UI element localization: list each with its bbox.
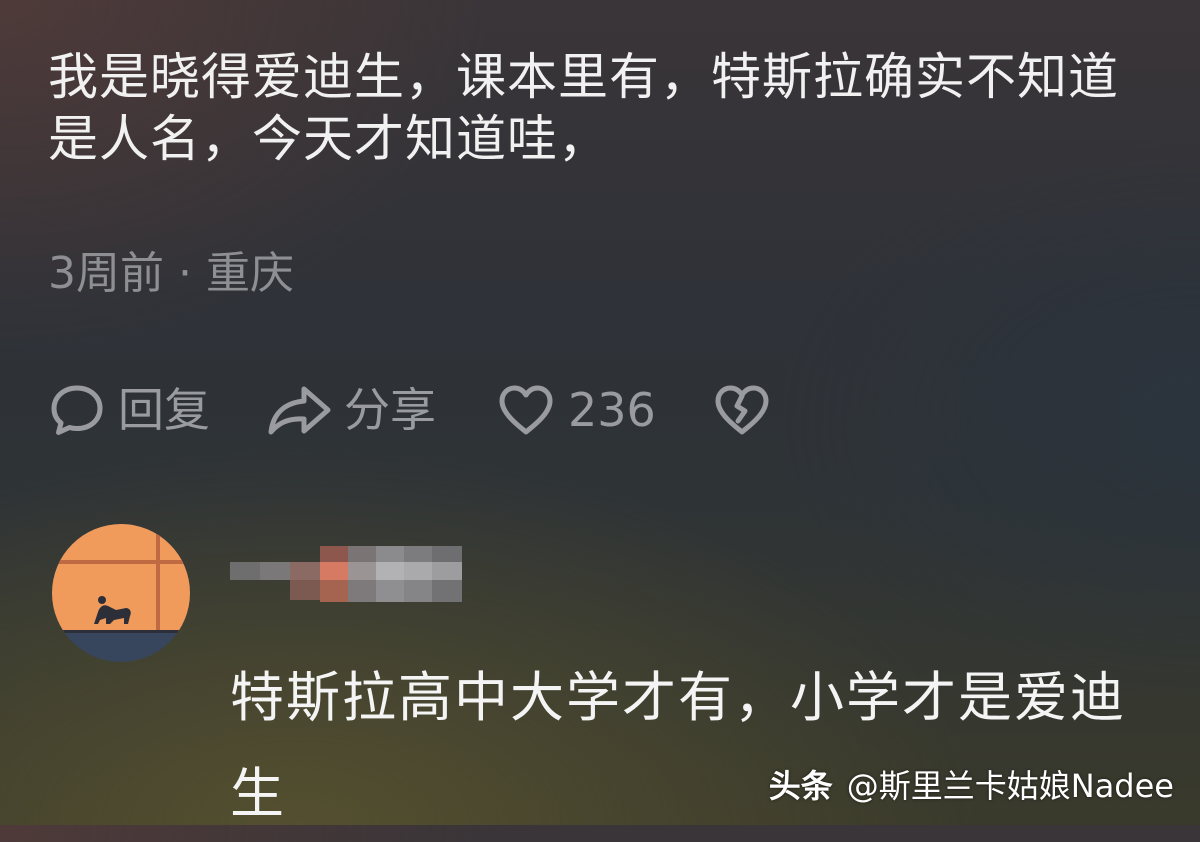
comment-time: 3周前 [48, 248, 164, 299]
comment-actions: 回复 分享 236 [48, 378, 772, 442]
meta-separator: · [178, 248, 192, 299]
watermark-brand: 头条 [768, 767, 833, 805]
share-label: 分享 [344, 383, 436, 437]
reply-label: 回复 [118, 383, 210, 437]
watermark-handle: @斯里兰卡姑娘Nadee [846, 767, 1174, 805]
comment-text: 我是晓得爱迪生，课本里有，特斯拉确实不知道是人名，今天才知道哇， [48, 48, 1119, 168]
heart-icon [496, 382, 556, 438]
like-count: 236 [568, 383, 656, 437]
dislike-button[interactable] [712, 378, 772, 442]
share-button[interactable]: 分享 [266, 378, 436, 442]
watermark: 头条 @斯里兰卡姑娘Nadee [769, 761, 1174, 807]
like-button[interactable]: 236 [496, 378, 656, 442]
reply-text: 特斯拉高中大学才有，小学才是爱迪生 [230, 666, 1126, 825]
avatar[interactable] [52, 524, 190, 662]
speech-bubble-icon [48, 381, 106, 439]
comment-location: 重庆 [206, 248, 294, 299]
blurred-username [230, 540, 462, 610]
share-arrow-icon [266, 381, 332, 439]
broken-heart-icon [712, 382, 772, 438]
reply-button[interactable]: 回复 [48, 378, 210, 442]
comment-meta: 3周前 · 重庆 [48, 246, 294, 302]
